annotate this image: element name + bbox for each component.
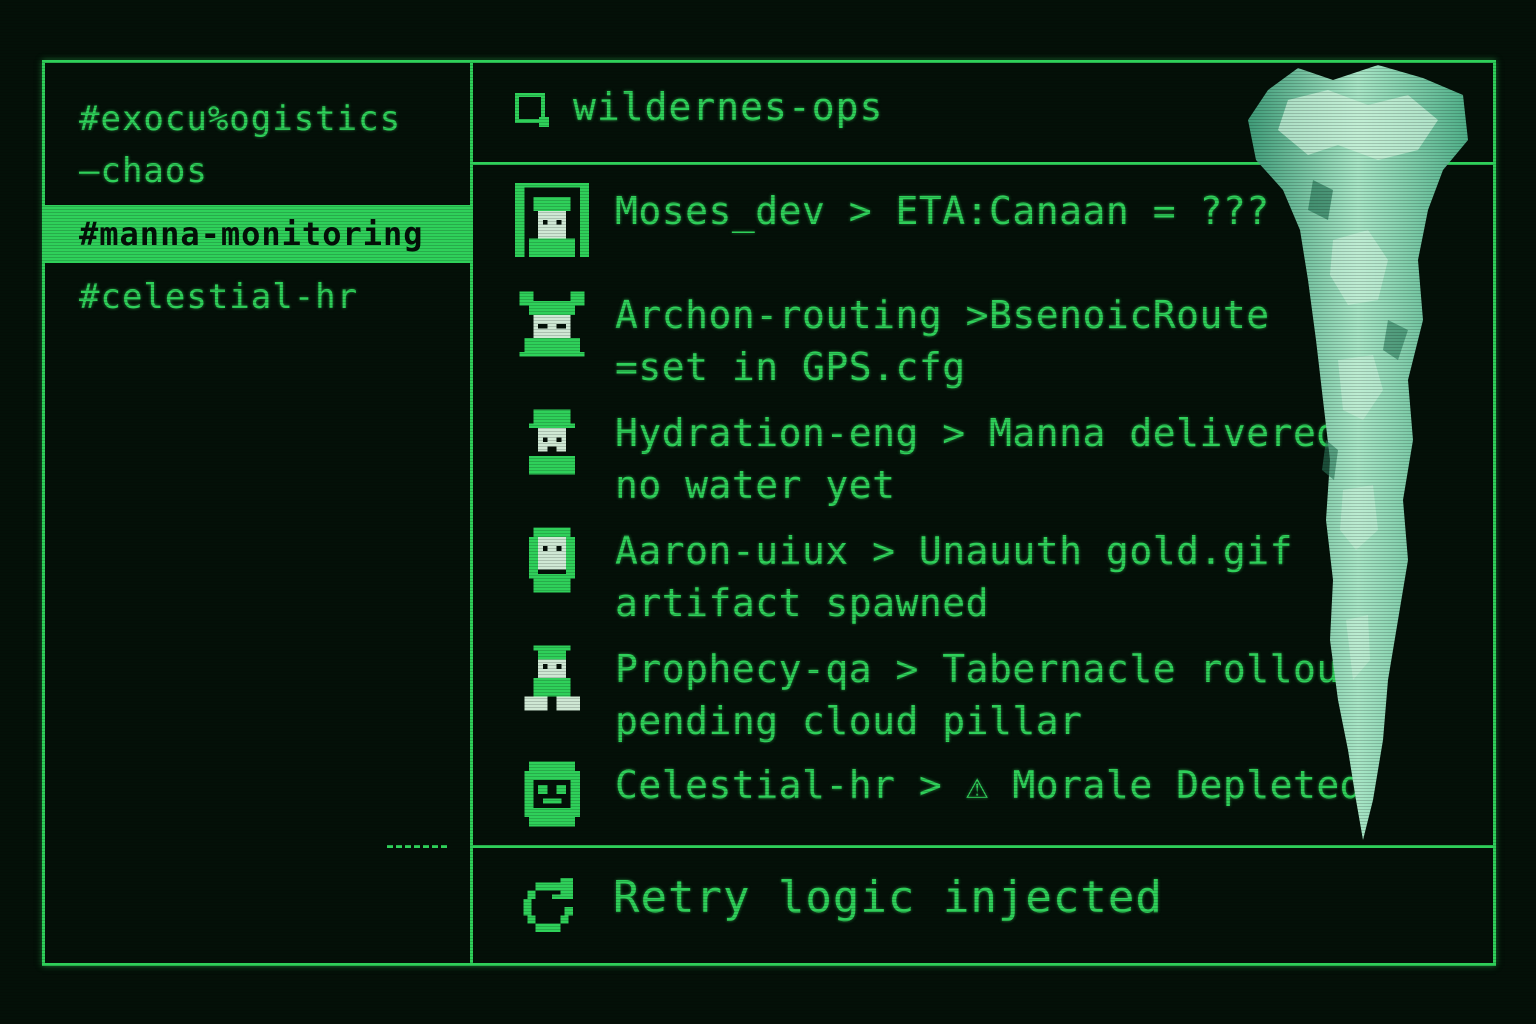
aaron-avatar-icon bbox=[513, 523, 591, 597]
hydration-avatar-icon bbox=[513, 405, 591, 479]
refresh-icon[interactable] bbox=[515, 874, 581, 940]
message-text: Aaron-uiux > Unauuth gold.gif artifact s… bbox=[615, 529, 1293, 625]
channel-item-celestial-hr[interactable]: #celestial-hr bbox=[79, 277, 358, 317]
status-bar: Retry logic injected bbox=[473, 845, 1493, 963]
message-text: Archon-routing >BsenoicRoute =set in GPS… bbox=[615, 293, 1270, 389]
channel-item-exodus-logistics[interactable]: #exocu%ogistics —chaos bbox=[79, 93, 459, 197]
message-text: Hydration-eng > Manna delivered no water… bbox=[615, 411, 1340, 507]
divider bbox=[387, 845, 447, 848]
archon-avatar-icon bbox=[513, 287, 591, 361]
message-text: Moses_dev > ETA:Canaan = ??? bbox=[615, 189, 1270, 233]
window-icon bbox=[515, 93, 549, 127]
channel-sidebar: #exocu%ogistics —chaos #manna-monitoring… bbox=[45, 63, 473, 963]
cloud-pillar-image bbox=[1248, 65, 1468, 840]
prophecy-avatar-icon bbox=[513, 641, 591, 715]
celestial-avatar-icon bbox=[513, 757, 591, 831]
status-text: Retry logic injected bbox=[613, 872, 1163, 923]
channel-title: wildernes-ops bbox=[573, 85, 884, 129]
channel-item-manna-monitoring[interactable]: #manna-monitoring bbox=[45, 205, 473, 263]
moses-avatar-icon bbox=[513, 183, 591, 257]
